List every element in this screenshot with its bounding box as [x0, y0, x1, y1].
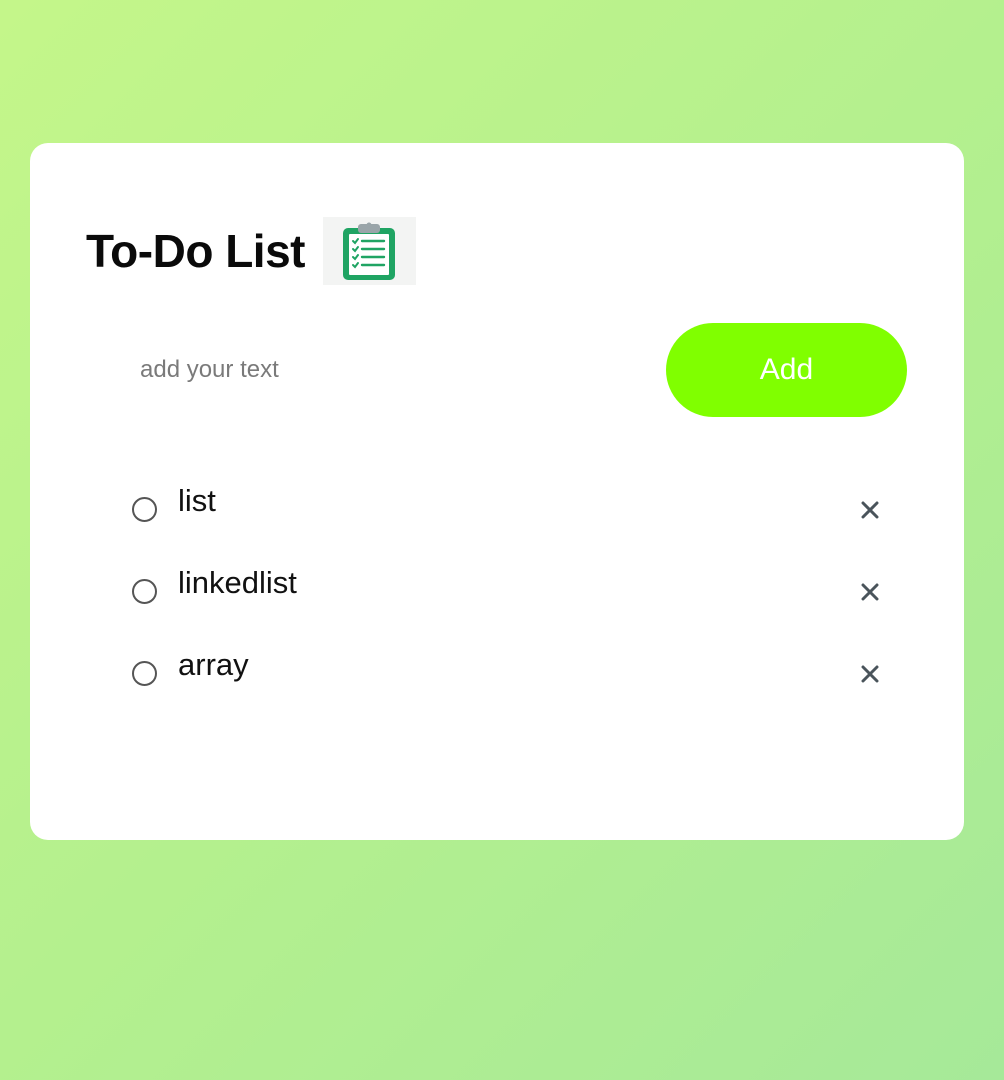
list-item-text: list: [178, 483, 216, 518]
clipboard-checklist-icon: [322, 217, 416, 285]
circle-radio-icon[interactable]: [132, 497, 157, 522]
list-item[interactable]: list: [130, 461, 890, 543]
header: To-Do List: [86, 217, 416, 285]
list-item-text: linkedlist: [178, 565, 297, 600]
add-task-row: Add: [120, 323, 907, 417]
list-item[interactable]: linkedlist: [130, 543, 890, 625]
add-button[interactable]: Add: [666, 323, 907, 417]
close-icon[interactable]: [856, 660, 884, 688]
circle-radio-icon[interactable]: [132, 579, 157, 604]
close-icon[interactable]: [856, 496, 884, 524]
circle-radio-icon[interactable]: [132, 661, 157, 686]
task-input[interactable]: [120, 323, 660, 417]
close-icon[interactable]: [856, 578, 884, 606]
page-title: To-Do List: [86, 225, 305, 277]
todo-list: list linkedlist array: [130, 461, 890, 707]
list-item-text: array: [178, 647, 249, 682]
todo-card: To-Do List add your text Add list linked…: [30, 143, 964, 840]
list-item[interactable]: array: [130, 625, 890, 707]
